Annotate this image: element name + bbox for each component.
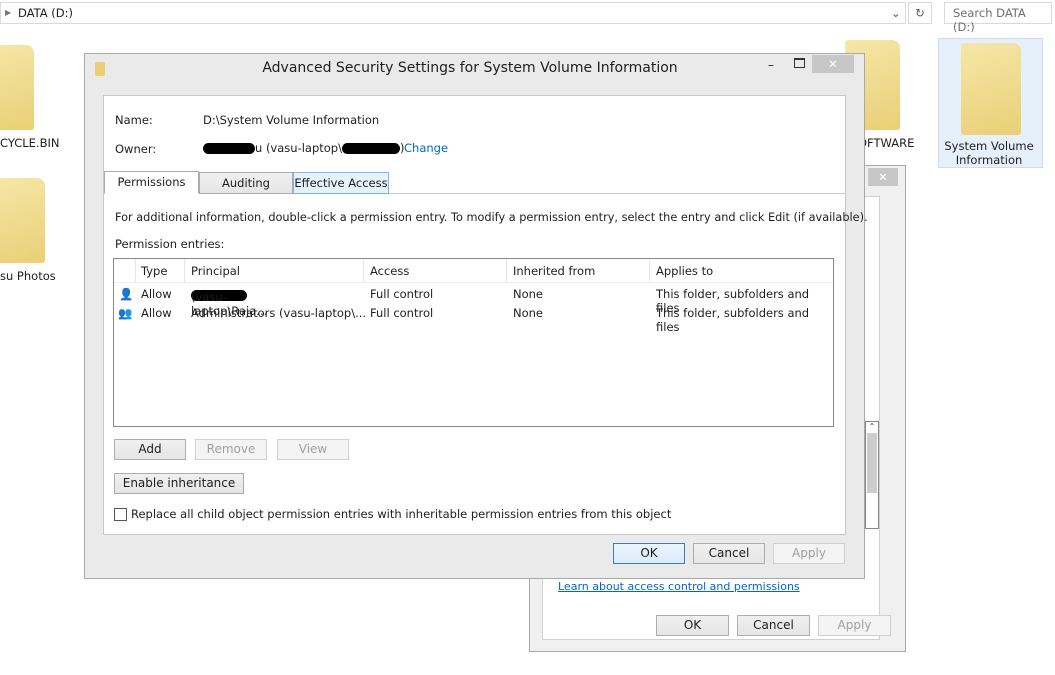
search-input[interactable]: Search DATA (D:) xyxy=(944,2,1052,34)
table-header: Type Principal Access Inherited from App… xyxy=(114,259,833,283)
minimize-button[interactable]: – xyxy=(768,58,774,72)
folder-icon xyxy=(960,43,1021,135)
permission-entries-table[interactable]: Type Principal Access Inherited from App… xyxy=(113,258,834,427)
selected-folder-item[interactable]: System Volume Information xyxy=(938,38,1043,168)
folder-label: System Volume Information xyxy=(944,139,1034,167)
column-access[interactable]: Access xyxy=(370,264,409,278)
chevron-down-icon[interactable]: ⌄ xyxy=(891,6,901,20)
address-bar[interactable]: ▶ DATA (D:) ⌄ xyxy=(0,2,906,24)
learn-more-link[interactable]: Learn about access control and permissio… xyxy=(558,580,800,593)
permission-entries-label: Permission entries: xyxy=(115,237,225,251)
table-row[interactable]: 👤 Allow (vasu-laptop\Raja... Full contro… xyxy=(114,284,832,318)
scrollbar[interactable]: ⌃ xyxy=(865,421,879,529)
apply-button[interactable]: Apply xyxy=(818,615,891,636)
tab-effective-access[interactable]: Effective Access xyxy=(293,172,389,194)
breadcrumb[interactable]: DATA (D:) xyxy=(18,6,73,20)
refresh-button[interactable]: ↻ xyxy=(908,2,932,24)
folder-icon[interactable] xyxy=(0,178,45,263)
owner-label: Owner: xyxy=(115,142,157,156)
folder-label[interactable]: CYCLE.BIN xyxy=(0,136,59,150)
tab-permissions[interactable]: Permissions xyxy=(104,171,199,194)
change-owner-link[interactable]: Change xyxy=(404,141,448,155)
view-button[interactable]: View xyxy=(277,439,349,460)
column-applies-to[interactable]: Applies to xyxy=(656,264,713,278)
column-principal[interactable]: Principal xyxy=(191,264,240,278)
table-row[interactable]: 👥 Allow Administrators (vasu-laptop\... … xyxy=(114,303,832,334)
ok-button[interactable]: OK xyxy=(656,615,729,636)
cancel-button[interactable]: Cancel xyxy=(737,615,810,636)
close-button[interactable]: ✕ xyxy=(812,55,854,73)
replace-entries-checkbox[interactable] xyxy=(114,508,127,521)
maximize-button[interactable] xyxy=(794,58,805,68)
close-button[interactable]: ✕ xyxy=(868,168,898,186)
enable-inheritance-button[interactable]: Enable inheritance xyxy=(114,473,244,494)
owner-value: u (vasu-laptop\) xyxy=(203,141,404,155)
folder-icon[interactable] xyxy=(0,45,34,130)
name-label: Name: xyxy=(115,113,153,127)
column-inherited-from[interactable]: Inherited from xyxy=(513,264,595,278)
group-icon: 👥 xyxy=(118,306,133,320)
dialog-title: Advanced Security Settings for System Vo… xyxy=(262,60,678,76)
replace-entries-label[interactable]: Replace all child object permission entr… xyxy=(131,507,671,521)
folder-label[interactable]: su Photos xyxy=(0,269,56,283)
column-type[interactable]: Type xyxy=(141,264,167,278)
redaction-mark xyxy=(341,143,400,154)
apply-button[interactable]: Apply xyxy=(773,543,845,564)
chevron-right-icon: ▶ xyxy=(5,8,12,17)
tab-auditing[interactable]: Auditing xyxy=(199,172,293,194)
ok-button[interactable]: OK xyxy=(613,543,685,564)
name-value: D:\System Volume Information xyxy=(203,113,380,127)
folder-label[interactable]: OFTWARE xyxy=(858,136,914,150)
user-icon: 👤 xyxy=(119,287,134,301)
cancel-button[interactable]: Cancel xyxy=(693,543,765,564)
add-button[interactable]: Add xyxy=(114,439,186,460)
info-text: For additional information, double-click… xyxy=(115,211,868,224)
remove-button[interactable]: Remove xyxy=(195,439,267,460)
redaction-mark xyxy=(203,143,255,154)
